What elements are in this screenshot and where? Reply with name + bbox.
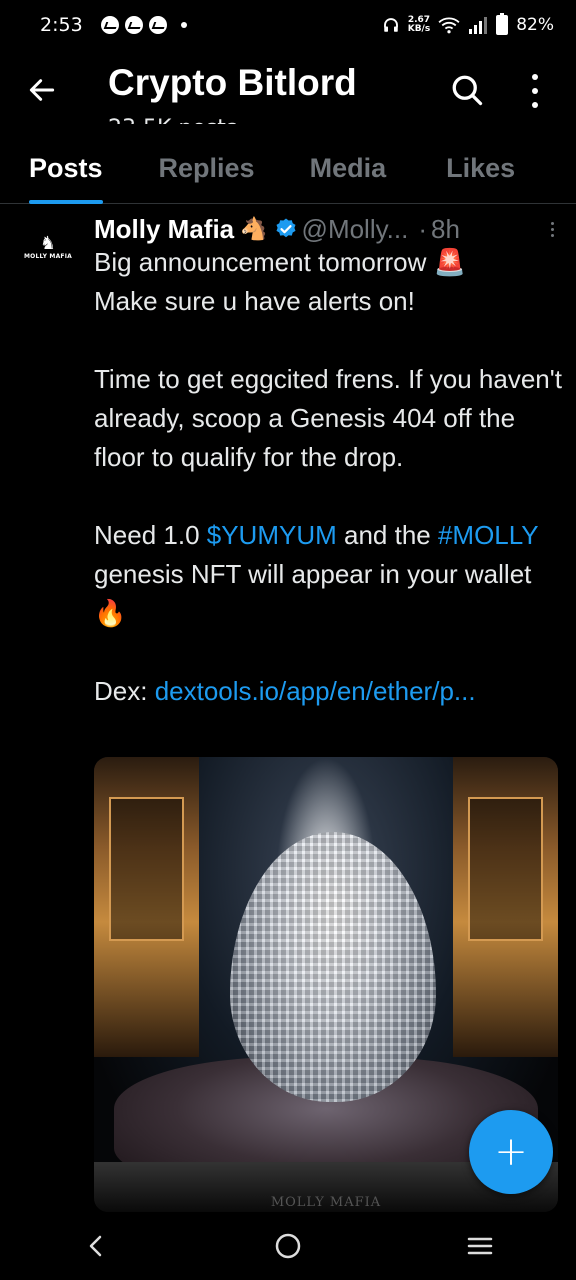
home-circle-icon [275, 1233, 301, 1259]
author-name[interactable]: Molly Mafia [94, 214, 234, 245]
nav-back-button[interactable] [76, 1226, 116, 1266]
messenger-icon [100, 16, 119, 34]
author-emoji: 🐴 [240, 216, 268, 241]
profile-title: Crypto Bitlord [108, 62, 357, 103]
headphones-icon [383, 18, 398, 32]
text-span: Need 1.0 [94, 520, 207, 550]
post-line: Make sure u have alerts on! [94, 286, 415, 316]
tab-replies[interactable]: Replies [159, 132, 255, 204]
notification-icons [100, 16, 187, 34]
status-time: 2:53 [40, 14, 83, 36]
search-icon[interactable] [449, 72, 485, 108]
cashtag-link[interactable]: $YUMYUM [207, 520, 337, 550]
post-paragraph: Need 1.0 $YUMYUM and the #MOLLY genesis … [94, 516, 564, 633]
network-speed-unit: KB/s [407, 24, 431, 34]
display-shelf-right [453, 757, 558, 1057]
tab-media[interactable]: Media [310, 132, 387, 204]
avatar-text: MOLLY MAFIA [23, 252, 72, 260]
hashtag-link[interactable]: #MOLLY [438, 520, 538, 550]
profile-post-count: 23.5K posts [108, 110, 237, 124]
nav-recents-button[interactable] [460, 1226, 500, 1266]
tab-likes[interactable]: Likes [446, 132, 515, 204]
post-paragraph: Dex: dextools.io/app/en/ether/p... [94, 672, 564, 711]
chevron-left-icon [89, 1235, 102, 1257]
text-span: genesis NFT will appear in your wallet 🔥 [94, 559, 532, 628]
recents-icon [467, 1237, 493, 1255]
dex-link[interactable]: dextools.io/app/en/ether/p... [155, 676, 476, 706]
horse-logo-icon: ♞ [39, 232, 57, 254]
verified-badge-icon [276, 218, 296, 238]
profile-header: Crypto Bitlord 23.5K posts [0, 50, 576, 132]
battery-percent: 82% [516, 15, 554, 35]
wifi-icon [438, 17, 460, 34]
plus-icon: + [494, 1129, 528, 1175]
battery-icon [496, 13, 509, 35]
text-span: and the [336, 520, 438, 550]
more-notifications-dot-icon [180, 22, 187, 28]
post-text: Big announcement tomorrow 🚨 Make sure u … [94, 243, 564, 711]
post-paragraph: Time to get eggcited frens. If you haven… [94, 364, 562, 472]
image-watermark: MOLLY MAFIA [270, 1195, 382, 1210]
compose-button[interactable]: + [469, 1110, 553, 1194]
post-line: Big announcement tomorrow 🚨 [94, 247, 466, 277]
avatar[interactable]: ♞ MOLLY MAFIA [20, 219, 76, 275]
tab-posts[interactable]: Posts [29, 132, 103, 204]
status-indicators: 2.67 KB/s 82% [382, 13, 554, 35]
back-arrow-icon[interactable] [26, 74, 58, 106]
author-handle[interactable]: @Molly... [302, 214, 409, 245]
nav-home-button[interactable] [268, 1226, 308, 1266]
dex-label: Dex: [94, 676, 155, 706]
status-bar: 2:53 2.67 KB/s 82% [0, 0, 576, 50]
system-navigation-bar [0, 1212, 576, 1280]
network-speed: 2.67 KB/s [408, 16, 430, 34]
signal-icon [469, 17, 488, 34]
messenger-icon [148, 16, 167, 34]
display-shelf-left [94, 757, 199, 1057]
messenger-icon [124, 16, 143, 34]
post-time: 8h [431, 213, 460, 244]
more-options-icon[interactable] [527, 74, 543, 108]
separator: · [418, 213, 428, 244]
profile-tabs: Posts Replies Media Likes [0, 132, 576, 204]
post-more-icon[interactable] [551, 221, 564, 237]
